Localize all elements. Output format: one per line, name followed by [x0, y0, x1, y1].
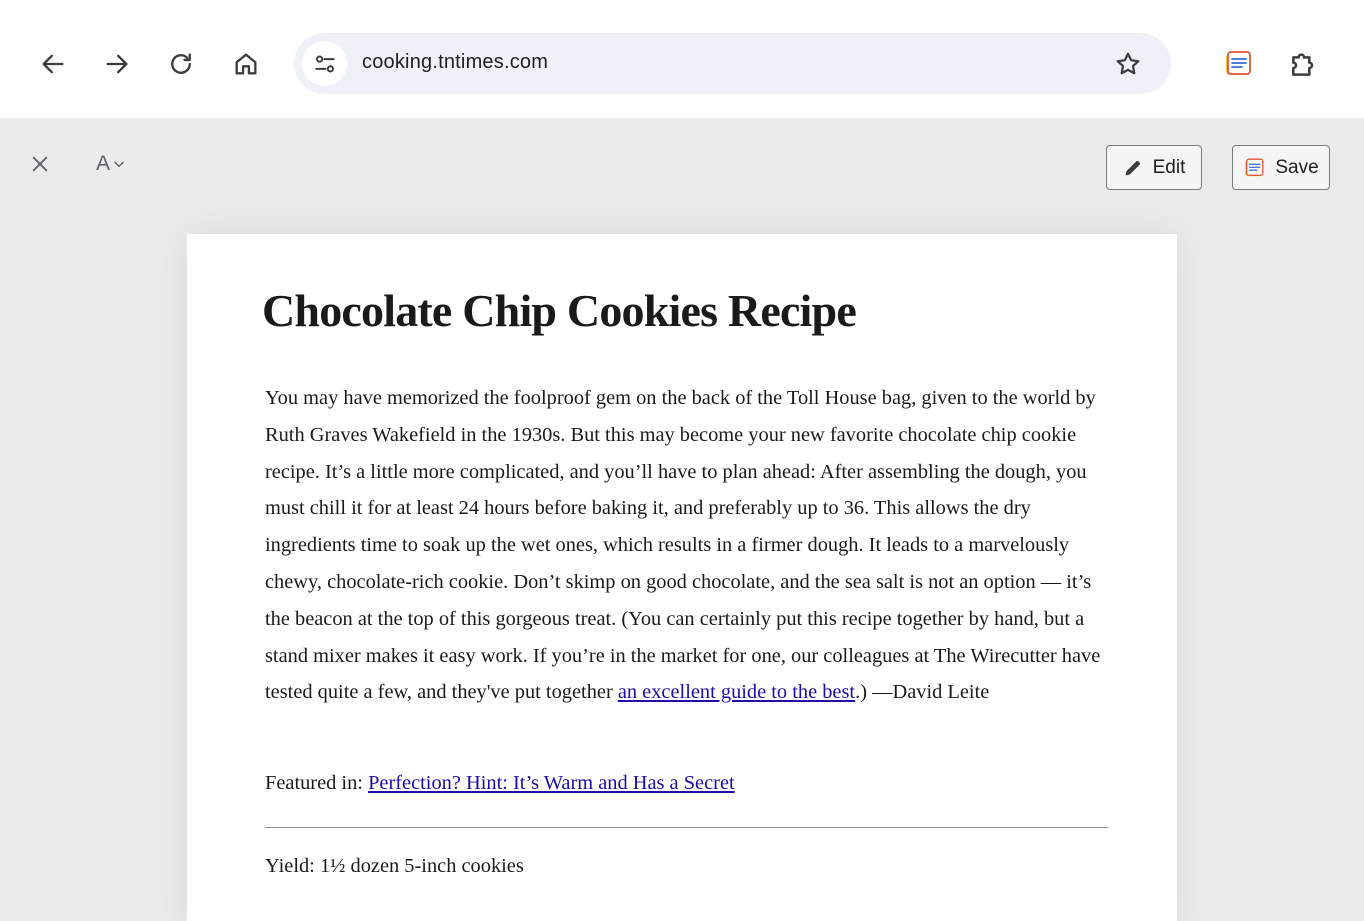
close-reader-button[interactable]: [22, 146, 58, 182]
back-button[interactable]: [29, 40, 77, 88]
intro-text: You may have memorized the foolproof gem…: [265, 387, 1101, 704]
notes-icon: [1245, 158, 1264, 176]
notes-extension-button[interactable]: [1218, 42, 1258, 86]
bookmark-button[interactable]: [1111, 47, 1145, 81]
font-label: A: [96, 152, 111, 175]
recipe-yield: Yield: 1½ dozen 5-inch cookies: [265, 855, 524, 877]
home-icon: [235, 53, 257, 75]
reload-icon: [171, 53, 191, 74]
featured-in: Featured in: Perfection? Hint: It’s Warm…: [265, 772, 735, 795]
featured-label: Featured in:: [265, 772, 369, 794]
intro-end: .) —David Leite: [855, 681, 990, 704]
article-intro: You may have memorized the foolproof gem…: [265, 380, 1113, 711]
divider: [265, 827, 1108, 828]
url-text[interactable]: cooking.tntimes.com: [362, 51, 548, 74]
forward-button[interactable]: [93, 40, 141, 88]
article-card: Chocolate Chip Cookies Recipe You may ha…: [187, 234, 1177, 921]
tune-icon: [314, 55, 335, 72]
font-settings-button[interactable]: A: [96, 146, 126, 182]
arrow-right-icon: [106, 54, 128, 74]
pencil-icon: [1125, 160, 1140, 175]
edit-label: Edit: [1152, 156, 1186, 178]
puzzle-piece-icon: [1292, 53, 1314, 76]
save-button[interactable]: Save: [1232, 145, 1330, 190]
reload-button[interactable]: [157, 40, 205, 88]
featured-link[interactable]: Perfection? Hint: It’s Warm and Has a Se…: [368, 772, 735, 794]
star-icon: [1116, 52, 1140, 75]
home-button[interactable]: [222, 40, 270, 88]
chevron-down-icon: [114, 161, 124, 168]
save-label: Save: [1275, 156, 1319, 178]
browser-toolbar: cooking.tntimes.com: [0, 0, 1364, 118]
article-title: Chocolate Chip Cookies Recipe: [262, 285, 857, 336]
extensions-button[interactable]: [1284, 42, 1324, 86]
notes-icon: [1226, 51, 1251, 75]
edit-button[interactable]: Edit: [1106, 145, 1202, 190]
arrow-left-icon: [42, 54, 64, 74]
guide-link[interactable]: an excellent guide to the best: [618, 681, 855, 703]
site-info-button[interactable]: [302, 41, 347, 86]
close-icon: [32, 156, 48, 172]
address-bar[interactable]: cooking.tntimes.com: [294, 33, 1171, 94]
